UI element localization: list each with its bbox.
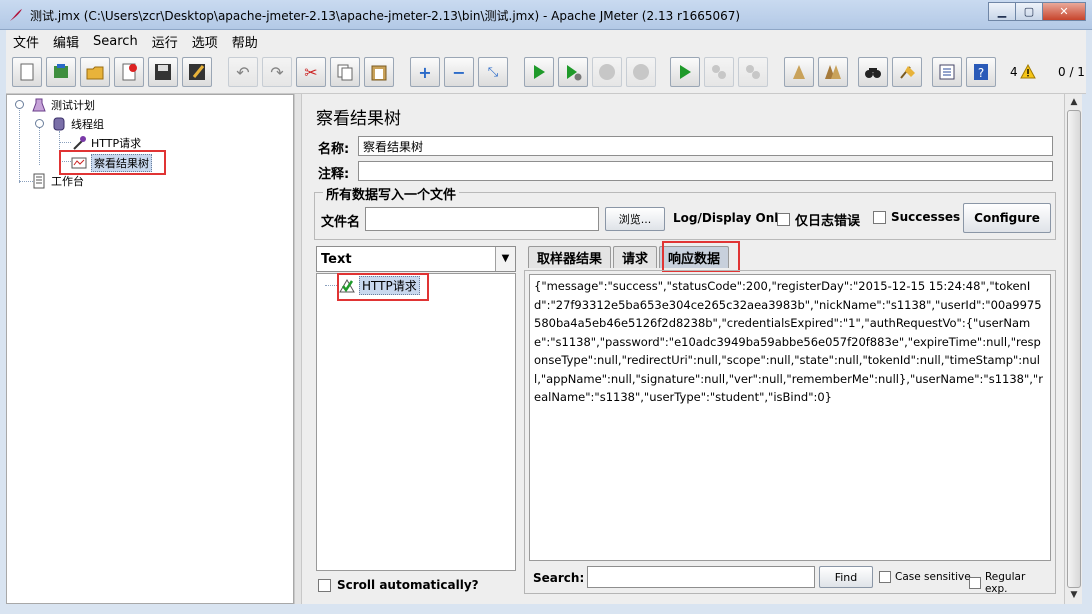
shutdown-icon[interactable]: [626, 57, 656, 87]
page-title: 察看结果树: [316, 109, 401, 129]
close-button[interactable]: ✕: [1042, 2, 1086, 21]
filename-field[interactable]: [365, 207, 599, 231]
menu-run[interactable]: 运行: [145, 32, 185, 51]
clear-icon[interactable]: [784, 57, 814, 87]
successes-checkbox[interactable]: Successes: [873, 210, 960, 224]
menu-options[interactable]: 选项: [185, 32, 225, 51]
test-plan-icon: [31, 97, 47, 113]
remote-start-icon[interactable]: [670, 57, 700, 87]
start-icon[interactable]: [524, 57, 554, 87]
svg-text:?: ?: [978, 66, 984, 80]
comment-field[interactable]: [358, 161, 1053, 181]
menu-bar: 文件 编辑 Search 运行 选项 帮助: [6, 30, 1086, 52]
menu-search[interactable]: Search: [86, 34, 145, 49]
minimize-button[interactable]: ▁: [988, 2, 1016, 21]
menu-help[interactable]: 帮助: [225, 32, 265, 51]
remote-stop-icon[interactable]: [704, 57, 734, 87]
tree-toggle-test-plan[interactable]: [15, 100, 24, 109]
panel-scrollbar[interactable]: ▲ ▼: [1064, 94, 1082, 604]
errors-only-checkbox[interactable]: 仅日志错误: [777, 210, 860, 229]
window-controls: ▁ ▢ ✕: [988, 2, 1086, 21]
scroll-down-icon[interactable]: ▼: [1067, 588, 1081, 602]
regex-checkbox[interactable]: Regular exp.: [969, 571, 1051, 595]
templates-icon[interactable]: [46, 57, 76, 87]
help-icon[interactable]: ?: [966, 57, 996, 87]
undo-icon[interactable]: ↶: [228, 57, 258, 87]
search-input[interactable]: [587, 566, 815, 588]
start-no-pause-icon[interactable]: [558, 57, 588, 87]
view-results-tree-panel: 察看结果树 名称: 注释: 所有数据写入一个文件 文件名 浏览... Log/D…: [302, 94, 1064, 604]
save-as-icon[interactable]: [182, 57, 212, 87]
toggle-icon[interactable]: ⤡: [478, 57, 508, 87]
case-sensitive-checkbox[interactable]: Case sensitive: [879, 571, 971, 583]
copy-icon[interactable]: [330, 57, 360, 87]
thread-group-icon: [51, 116, 67, 132]
cut-icon[interactable]: ✂: [296, 57, 326, 87]
remote-shutdown-icon[interactable]: [738, 57, 768, 87]
sample-result-list: HTTP请求: [316, 273, 516, 571]
collapse-icon[interactable]: −: [444, 57, 474, 87]
redo-icon[interactable]: ↷: [262, 57, 292, 87]
result-tabs: 取样器结果 请求 响应数据: [528, 246, 731, 270]
response-data-panel: {"message":"success","statusCode":200,"r…: [524, 270, 1056, 595]
tree-node-thread-group[interactable]: 线程组: [51, 116, 104, 132]
paste-icon[interactable]: [364, 57, 394, 87]
dropdown-arrow-icon[interactable]: ▼: [495, 247, 515, 271]
warning-icon[interactable]: [1020, 64, 1036, 79]
tree-node-workbench[interactable]: 工作台: [31, 173, 84, 189]
search-label: Search:: [533, 571, 585, 585]
test-plan-tree: 测试计划 线程组 HTTP请求 察看结果树 工作台: [6, 94, 294, 604]
listener-graph-icon: [71, 155, 87, 171]
log-display-label: Log/Display Only:: [673, 211, 791, 225]
pane-splitter[interactable]: [294, 94, 302, 604]
configure-button[interactable]: Configure: [963, 203, 1051, 233]
maximize-button[interactable]: ▢: [1015, 2, 1043, 21]
function-helper-icon[interactable]: [932, 57, 962, 87]
window-title: 测试.jmx (C:\Users\zcr\Desktop\apache-jmet…: [30, 9, 741, 23]
clear-all-icon[interactable]: [818, 57, 848, 87]
sampler-pipette-icon: [71, 135, 87, 151]
find-button[interactable]: Find: [819, 566, 873, 588]
scroll-thumb[interactable]: [1067, 110, 1081, 588]
filename-label: 文件名: [321, 215, 361, 230]
tab-response-data[interactable]: 响应数据: [659, 246, 730, 268]
expand-icon[interactable]: +: [410, 57, 440, 87]
success-sample-icon: [339, 278, 355, 294]
save-icon[interactable]: [148, 57, 178, 87]
write-to-file-title: 所有数据写入一个文件: [323, 184, 460, 203]
new-icon[interactable]: [12, 57, 42, 87]
tab-sampler-result[interactable]: 取样器结果: [528, 246, 612, 268]
renderer-select[interactable]: Text ▼: [316, 246, 516, 272]
browse-button[interactable]: 浏览...: [605, 207, 665, 231]
search-icon[interactable]: [858, 57, 888, 87]
open-icon[interactable]: [80, 57, 110, 87]
response-body-text[interactable]: {"message":"success","statusCode":200,"r…: [529, 274, 1051, 561]
name-field[interactable]: [358, 136, 1053, 156]
tree-node-view-results-tree[interactable]: 察看结果树: [71, 154, 152, 172]
jmeter-feather-icon: [10, 9, 22, 21]
scroll-automatically-checkbox[interactable]: Scroll automatically?: [318, 578, 479, 592]
scroll-up-icon[interactable]: ▲: [1067, 95, 1081, 109]
toolbar: ↶ ↷ ✂ + − ⤡ ? 4 0 / 1: [6, 52, 1086, 94]
tree-toggle-thread-group[interactable]: [35, 119, 44, 128]
menu-edit[interactable]: 编辑: [46, 32, 86, 51]
close-icon[interactable]: [114, 57, 144, 87]
warning-count: 4: [1010, 65, 1018, 79]
stop-icon[interactable]: [592, 57, 622, 87]
sample-result-item[interactable]: HTTP请求: [339, 276, 420, 295]
tree-node-test-plan[interactable]: 测试计划: [31, 97, 95, 113]
reset-search-icon[interactable]: [892, 57, 922, 87]
menu-file[interactable]: 文件: [6, 32, 46, 51]
comment-label: 注释:: [318, 167, 350, 182]
write-to-file-group: 所有数据写入一个文件 文件名 浏览... Log/Display Only: 仅…: [314, 184, 1056, 240]
title-bar: 测试.jmx (C:\Users\zcr\Desktop\apache-jmet…: [0, 0, 1092, 30]
tree-node-http-request[interactable]: HTTP请求: [71, 135, 141, 151]
thread-count: 0 / 1: [1058, 65, 1085, 79]
response-search-bar: Search: Find Case sensitive Regular exp.: [529, 563, 1051, 595]
tab-request[interactable]: 请求: [613, 246, 658, 268]
name-label: 名称:: [318, 142, 350, 157]
workbench-icon: [31, 173, 47, 189]
